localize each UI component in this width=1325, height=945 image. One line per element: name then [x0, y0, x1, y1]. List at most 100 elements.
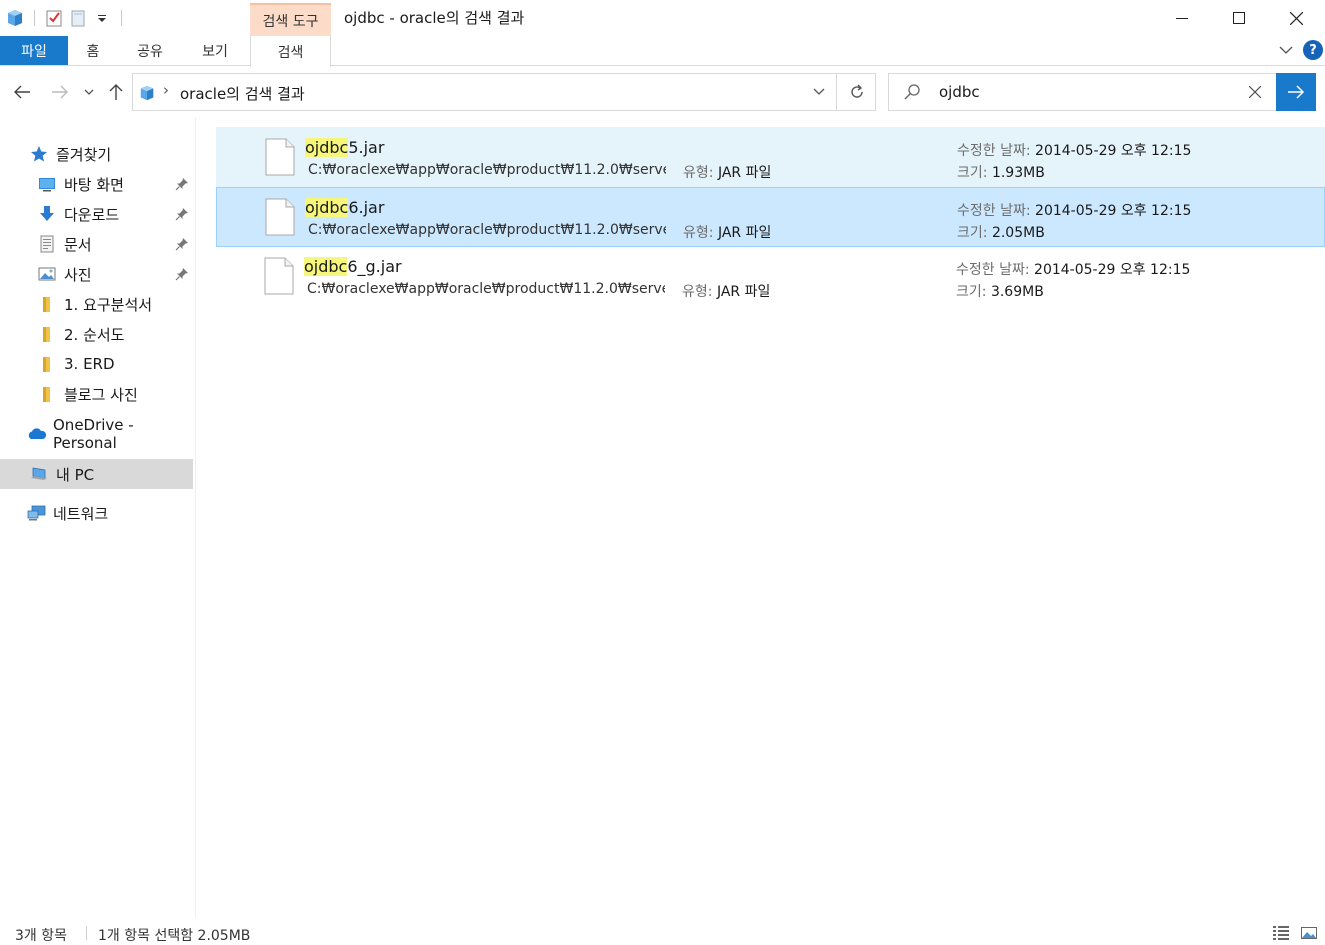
back-button[interactable] — [10, 80, 34, 104]
type-value: JAR 파일 — [716, 284, 771, 300]
large-icons-view-button[interactable] — [1300, 924, 1318, 942]
qat-dropdown-icon[interactable] — [93, 9, 111, 27]
sidebar-item-folder-flowchart[interactable]: 2. 순서도 — [0, 319, 193, 349]
close-icon — [1289, 11, 1303, 25]
tab-share[interactable]: 공유 — [122, 36, 178, 65]
qat-separator — [34, 10, 35, 26]
quick-access-toolbar — [6, 6, 126, 30]
sidebar-item-folder-requirements[interactable]: 1. 요구분석서 — [0, 289, 193, 319]
type-label: 유형: — [683, 225, 714, 241]
sidebar-item-folder-erd[interactable]: 3. ERD — [0, 349, 193, 379]
sidebar-item-label: 내 PC — [56, 465, 95, 484]
search-tools-context-tab: 검색 도구 — [250, 3, 331, 36]
modified-label: 수정한 날짜: — [956, 262, 1030, 278]
sidebar-item-desktop[interactable]: 바탕 화면 — [0, 169, 193, 199]
chevron-down-icon — [1279, 46, 1293, 54]
recent-locations-button[interactable] — [78, 80, 100, 104]
modified-label: 수정한 날짜: — [957, 143, 1031, 159]
network-icon — [27, 504, 47, 522]
modified-value: 2014-05-29 오후 12:15 — [1035, 143, 1192, 159]
size-value: 3.69MB — [990, 284, 1044, 300]
arrow-right-icon — [52, 85, 68, 99]
search-go-button[interactable] — [1276, 73, 1316, 111]
file-name[interactable]: ojdbc6.jar — [305, 198, 384, 217]
breadcrumb[interactable]: oracle의 검색 결과 — [180, 83, 305, 104]
file-name[interactable]: ojdbc6_g.jar — [304, 257, 402, 276]
navigation-pane: 즐겨찾기 바탕 화면 다운로드 문서 사진 1. 요구분석서 2. 순서도 3.… — [0, 117, 196, 917]
sidebar-item-label: 사진 — [64, 265, 92, 284]
tab-view[interactable]: 보기 — [186, 36, 244, 65]
pin-icon[interactable] — [175, 267, 189, 281]
search-input[interactable]: ojdbc — [939, 83, 980, 101]
search-match-highlight: ojdbc — [305, 138, 349, 157]
sidebar-item-label: 네트워크 — [53, 504, 109, 523]
list-item[interactable]: ojdbc5.jar C:₩oraclexe₩app₩oracle₩produc… — [216, 127, 1325, 187]
sidebar-item-label: 바탕 화면 — [64, 175, 124, 194]
help-icon: ? — [1309, 42, 1317, 58]
minimize-button[interactable] — [1152, 0, 1212, 36]
file-name[interactable]: ojdbc5.jar — [305, 138, 384, 157]
pin-icon[interactable] — [175, 177, 189, 191]
sidebar-item-quick-access[interactable]: 즐겨찾기 — [0, 139, 193, 169]
file-path: C:₩oraclexe₩app₩oracle₩product₩11.2.0₩se… — [307, 281, 665, 297]
sidebar-item-folder-blog-photos[interactable]: 블로그 사진 — [0, 379, 193, 409]
new-folder-icon[interactable] — [69, 9, 87, 27]
close-button[interactable] — [1266, 0, 1325, 36]
expand-ribbon-button[interactable] — [1279, 41, 1293, 59]
type-label: 유형: — [682, 284, 713, 300]
maximize-button[interactable] — [1209, 0, 1269, 36]
forward-button[interactable] — [48, 80, 72, 104]
help-button[interactable]: ? — [1303, 40, 1323, 60]
pin-icon[interactable] — [175, 207, 189, 221]
onedrive-cloud-icon — [27, 425, 47, 443]
file-icon — [265, 198, 295, 236]
file-icon — [265, 138, 295, 176]
file-type: 유형: JAR 파일 — [682, 281, 770, 301]
clear-search-button[interactable] — [1243, 80, 1267, 104]
file-modified: 수정한 날짜: 2014-05-29 오후 12:15 — [957, 140, 1191, 160]
sidebar-item-label: 2. 순서도 — [64, 325, 125, 344]
details-view-button[interactable] — [1272, 924, 1290, 942]
tab-search[interactable]: 검색 — [250, 36, 331, 67]
ribbon-tab-bar: 파일 홈 공유 보기 검색 ? — [0, 36, 1325, 67]
file-name-rest: 5.jar — [348, 138, 385, 157]
file-modified: 수정한 날짜: 2014-05-29 오후 12:15 — [957, 200, 1191, 220]
minimize-icon — [1176, 18, 1188, 19]
up-button[interactable] — [104, 80, 128, 104]
refresh-button[interactable] — [836, 74, 876, 110]
sidebar-item-onedrive[interactable]: OneDrive - Personal — [0, 416, 193, 452]
navigation-bar: › oracle의 검색 결과 ojdbc — [0, 67, 1325, 117]
sidebar-item-pictures[interactable]: 사진 — [0, 259, 193, 289]
sidebar-item-label: 블로그 사진 — [64, 385, 138, 404]
address-bar[interactable]: › oracle의 검색 결과 — [132, 73, 876, 111]
sidebar-item-label: 다운로드 — [64, 205, 120, 224]
details-view-icon — [1273, 926, 1289, 940]
modified-value: 2014-05-29 오후 12:15 — [1035, 203, 1192, 219]
properties-icon[interactable] — [45, 9, 63, 27]
sidebar-item-this-pc[interactable]: 내 PC — [0, 459, 193, 489]
address-history-button[interactable] — [805, 75, 833, 109]
sidebar-item-downloads[interactable]: 다운로드 — [0, 199, 193, 229]
type-label: 유형: — [683, 165, 714, 181]
pin-icon[interactable] — [175, 237, 189, 251]
tab-file[interactable]: 파일 — [0, 36, 68, 65]
file-size: 크기: 3.69MB — [956, 281, 1044, 301]
file-name-rest: 6_g.jar — [347, 257, 402, 276]
modified-value: 2014-05-29 오후 12:15 — [1034, 262, 1191, 278]
list-item[interactable]: ojdbc6.jar C:₩oraclexe₩app₩oracle₩produc… — [216, 187, 1325, 247]
search-box[interactable]: ojdbc — [888, 73, 1316, 111]
selection-info: 1개 항목 선택함 2.05MB — [98, 928, 251, 944]
type-value: JAR 파일 — [717, 225, 772, 241]
sidebar-item-network[interactable]: 네트워크 — [0, 498, 193, 528]
file-size: 크기: 1.93MB — [957, 162, 1045, 182]
arrow-left-icon — [14, 85, 30, 99]
size-label: 크기: — [956, 284, 987, 300]
sidebar-item-documents[interactable]: 문서 — [0, 229, 193, 259]
breadcrumb-separator-icon[interactable]: › — [163, 81, 169, 99]
file-path: C:₩oraclexe₩app₩oracle₩product₩11.2.0₩se… — [308, 222, 666, 238]
download-icon — [38, 205, 56, 223]
tab-home[interactable]: 홈 — [68, 36, 118, 65]
search-match-highlight: ojdbc — [305, 198, 349, 217]
desktop-icon — [38, 175, 56, 193]
list-item[interactable]: ojdbc6_g.jar C:₩oraclexe₩app₩oracle₩prod… — [216, 247, 1325, 307]
